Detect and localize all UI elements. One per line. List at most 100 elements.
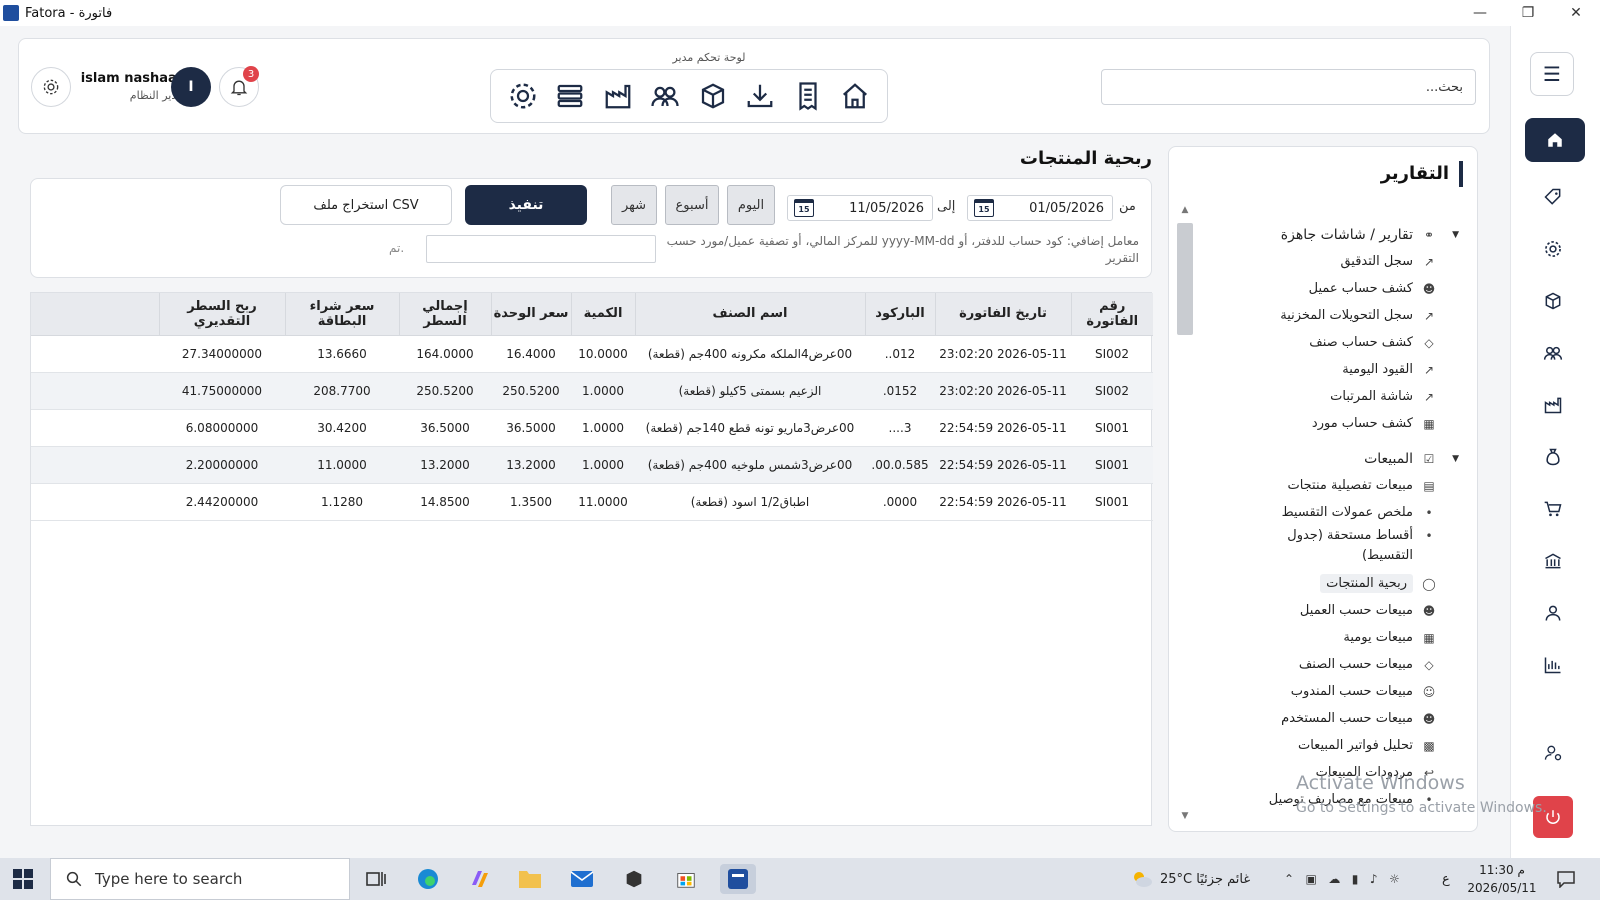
sidebar-item-active[interactable]: ◯ ربحية المنتجات	[1189, 570, 1459, 597]
volume-icon[interactable]: ♪	[1370, 872, 1378, 886]
rail-cart-button[interactable]	[1533, 492, 1573, 526]
download-tool-button[interactable]	[741, 77, 779, 115]
clock-time: 11:30 م	[1479, 863, 1525, 877]
sidebar-section-ready-reports[interactable]: ▼ ⚭ تقارير / شاشات جاهزة	[1189, 221, 1459, 248]
month-button[interactable]: شهر	[611, 185, 657, 225]
copilot-app-button[interactable]	[462, 864, 498, 894]
sidebar-item[interactable]: ☻ مبيعات حسب المستخدم	[1189, 705, 1459, 732]
column-header[interactable]: سعر الوحدة	[490, 293, 571, 336]
file-explorer-button[interactable]	[512, 864, 548, 894]
column-header[interactable]: رقم الفاتورة	[1070, 293, 1153, 336]
factory-tool-button[interactable]	[599, 77, 637, 115]
to-date-picker[interactable]: 15 11/05/2026	[787, 195, 933, 221]
weather-widget[interactable]: 25°C غائم جزئيًا	[1130, 858, 1250, 900]
outlook-app-button[interactable]	[564, 864, 600, 894]
store-icon	[677, 873, 695, 888]
table-row[interactable]: SI001 2026-05-11 22:54:59 0000. اطباق1/2 اس…	[31, 483, 1153, 521]
column-header[interactable]: تاريخ الفاتورة	[934, 293, 1071, 336]
table-row[interactable]: SI001 2026-05-11 22:54:59 3.... 00عرض3ماريو…	[31, 409, 1153, 447]
box-tool-button[interactable]	[694, 77, 732, 115]
taskbar-search-input[interactable]: Type here to search	[50, 858, 350, 900]
store-app-button[interactable]	[668, 864, 704, 894]
edge-app-button[interactable]	[410, 864, 446, 894]
admin-panel-title: لوحة تحكم مدير	[672, 51, 746, 64]
sidebar-item[interactable]: • ملخص عمولات التقسيط	[1189, 499, 1459, 526]
extra-param-input[interactable]	[426, 235, 656, 263]
sidebar-item[interactable]: ◇ مبيعات حسب الصنف	[1189, 651, 1459, 678]
settings-tool-button[interactable]	[504, 77, 542, 115]
rail-users-button[interactable]	[1533, 336, 1573, 370]
fatora-app-button[interactable]	[720, 864, 756, 894]
rail-bank-button[interactable]	[1533, 544, 1573, 578]
users-icon	[1543, 346, 1563, 360]
sidebar-item[interactable]: ☻ كشف حساب عميل	[1189, 275, 1459, 302]
search-input[interactable]: بحث...	[1101, 69, 1476, 105]
column-header[interactable]: سعر شراء البطاقة	[284, 293, 399, 336]
notifications-center-button[interactable]	[1556, 858, 1576, 900]
rail-settings-button[interactable]	[1533, 232, 1573, 266]
rail-tag-button[interactable]	[1533, 180, 1573, 214]
hamburger-menu-button[interactable]: ☰	[1530, 52, 1574, 96]
device-icon[interactable]: ▣	[1306, 872, 1317, 886]
table-row[interactable]: SI001 2026-05-11 22:54:59 00.0.585. 00عرض3ش…	[31, 446, 1153, 484]
invoice-tool-button[interactable]	[789, 77, 827, 115]
sidebar-item[interactable]: ↗ سجل التحويلات المخزنية	[1189, 302, 1459, 329]
sidebar-item[interactable]: ◇ كشف حساب صنف	[1189, 329, 1459, 356]
sidebar-item[interactable]: ▦ مبيعات يومية	[1189, 624, 1459, 651]
cloud-icon[interactable]: ☁	[1328, 872, 1340, 886]
sidebar-item[interactable]: ↗ شاشة المرتبات	[1189, 383, 1459, 410]
sidebar-section-sales[interactable]: ▼ ☑ المبيعات	[1189, 445, 1459, 472]
close-button[interactable]: ✕	[1552, 0, 1600, 26]
column-header[interactable]: ربح السطر التقديري	[158, 293, 285, 336]
table-row[interactable]: SI002 2026-05-11 23:02:20 012.. 00عرض4الملك…	[31, 335, 1153, 373]
column-header[interactable]: إجمالي السطر	[398, 293, 491, 336]
system-tray[interactable]: ⌃ ▣ ☁ ▮ ♪ ☼	[1284, 858, 1400, 900]
column-header[interactable]: الباركود	[864, 293, 935, 336]
table-row[interactable]: SI002 2026-05-11 23:02:20 0152. الزعيم بسمت…	[31, 372, 1153, 410]
minimize-button[interactable]: —	[1456, 0, 1504, 26]
users-tool-button[interactable]	[646, 77, 684, 115]
home-tool-button[interactable]	[836, 77, 874, 115]
rail-home-button[interactable]	[1525, 118, 1585, 162]
sidebar-item[interactable]: • أقساط مستحقة (جدول التقسيط)	[1189, 526, 1459, 570]
column-header[interactable]: اسم الصنف	[634, 293, 865, 336]
edge-browser-icon	[418, 869, 438, 889]
sidebar-item[interactable]: ▦ كشف حساب مورد	[1189, 410, 1459, 437]
tag-icon: ⚭	[1423, 227, 1435, 242]
export-csv-button[interactable]: استخراج ملف CSV	[280, 185, 452, 225]
wifi-icon[interactable]: ☼	[1389, 872, 1400, 886]
column-header[interactable]: الكمية	[570, 293, 635, 336]
week-button[interactable]: أسبوع	[665, 185, 719, 225]
calendar-icon[interactable]: 15	[794, 199, 814, 217]
task-view-button[interactable]	[358, 864, 394, 894]
sidebar-item[interactable]: ☻ مبيعات حسب العميل	[1189, 597, 1459, 624]
from-date-picker[interactable]: 15 01/05/2026	[967, 195, 1113, 221]
database-tool-button[interactable]	[551, 77, 589, 115]
rail-money-button[interactable]	[1533, 440, 1573, 474]
input-language[interactable]: ع	[1442, 858, 1450, 900]
restore-button[interactable]: ❐	[1504, 0, 1552, 26]
bullet-icon: •	[1425, 529, 1433, 543]
execute-button[interactable]: تنفيذ	[465, 185, 587, 225]
rail-box-button[interactable]	[1533, 284, 1573, 318]
rail-reports-button[interactable]	[1533, 648, 1573, 682]
sidebar-item[interactable]: ▤ مبيعات تفصيلية منتجات	[1189, 472, 1459, 499]
scroll-down-arrow[interactable]: ▼	[1177, 811, 1193, 825]
rail-factory-button[interactable]	[1533, 388, 1573, 422]
sidebar-item[interactable]: ▩ تحليل فواتير المبيعات	[1189, 732, 1459, 759]
rail-user-settings-button[interactable]	[1533, 736, 1573, 770]
settings-gear-button[interactable]	[31, 67, 71, 107]
chevron-up-icon[interactable]: ⌃	[1284, 872, 1294, 886]
sidebar-item[interactable]: ↗ القيود اليومية	[1189, 356, 1459, 383]
today-button[interactable]: اليوم	[727, 185, 775, 225]
money-bag-icon	[1546, 448, 1560, 466]
sidebar-item[interactable]: ☺ مبيعات حسب المندوب	[1189, 678, 1459, 705]
box-app-button[interactable]	[616, 864, 652, 894]
avatar[interactable]: I	[171, 67, 211, 107]
sidebar-item[interactable]: ↗ سجل التدقيق	[1189, 248, 1459, 275]
taskbar-clock[interactable]: 11:30 م 2026/05/11	[1462, 861, 1542, 897]
battery-icon[interactable]: ▮	[1352, 872, 1359, 886]
calendar-icon[interactable]: 15	[974, 199, 994, 217]
rail-user-button[interactable]	[1533, 596, 1573, 630]
start-button[interactable]	[12, 868, 36, 890]
